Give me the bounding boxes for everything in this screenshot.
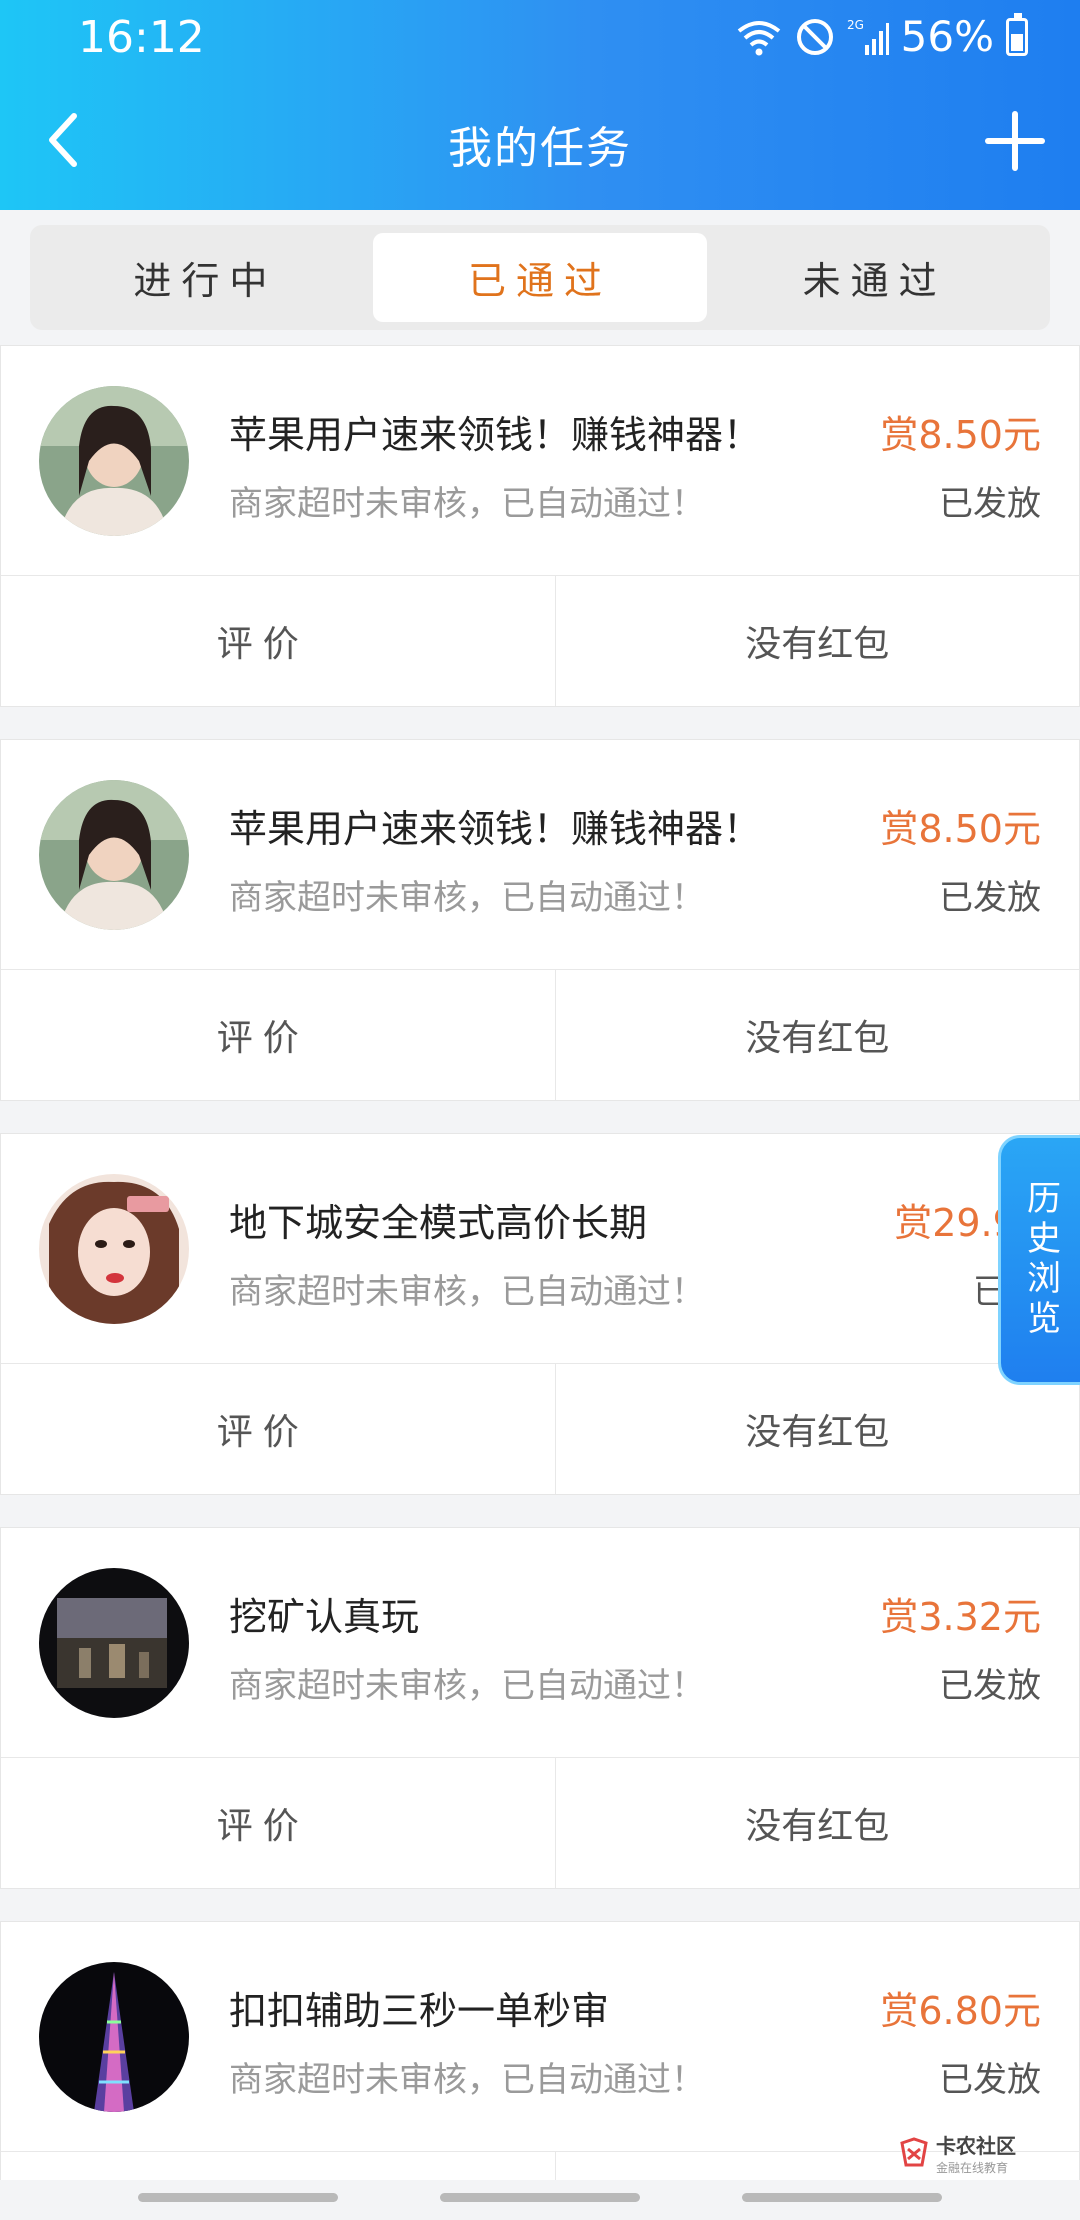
no-redpacket-button[interactable]: 没有红包 (556, 1364, 1080, 1494)
system-nav-bar (0, 2180, 1080, 2220)
plus-icon (985, 111, 1045, 171)
task-card-body[interactable]: 地下城安全模式高价长期 商家超时未审核，已自动通过！ 赏29.92 已发 (1, 1134, 1079, 1364)
rate-button[interactable]: 评价 (1, 1364, 556, 1494)
task-title: 扣扣辅助三秒一单秒审 (229, 1989, 610, 2033)
task-card: 地下城安全模式高价长期 商家超时未审核，已自动通过！ 赏29.92 已发 评价 … (0, 1133, 1080, 1495)
no-redpacket-button[interactable]: 没有红包 (556, 970, 1080, 1100)
tab-in-progress[interactable]: 进行中 (38, 233, 373, 322)
task-card-body[interactable]: 苹果用户速来领钱！赚钱神器！ 商家超时未审核，已自动通过！ 赏8.50元 已发放 (1, 346, 1079, 576)
reward-amount: 赏6.80元 (880, 1989, 1041, 2033)
payment-status: 已发放 (939, 1666, 1041, 1706)
history-label: 历史浏览 (1020, 1180, 1061, 1340)
task-card-actions: 评价 没有红包 (1, 576, 1079, 706)
reward-amount: 赏3.32元 (880, 1595, 1041, 1639)
task-card: 苹果用户速来领钱！赚钱神器！ 商家超时未审核，已自动通过！ 赏8.50元 已发放… (0, 345, 1080, 707)
task-list: 苹果用户速来领钱！赚钱神器！ 商家超时未审核，已自动通过！ 赏8.50元 已发放… (0, 345, 1080, 2220)
status-tabs: 进行中 已通过 未通过 (30, 225, 1050, 330)
avatar (39, 1174, 189, 1324)
task-card-actions: 评价 没有红包 (1, 1364, 1079, 1494)
battery-icon (1006, 12, 1028, 56)
task-subtitle: 商家超时未审核，已自动通过！ (229, 484, 705, 524)
svg-text:2G: 2G (847, 18, 864, 32)
watermark: 卡农社区 金融在线教育 (898, 2130, 1016, 2176)
task-card: 苹果用户速来领钱！赚钱神器！ 商家超时未审核，已自动通过！ 赏8.50元 已发放… (0, 739, 1080, 1101)
task-title: 苹果用户速来领钱！赚钱神器！ (229, 807, 762, 851)
no-redpacket-button[interactable]: 没有红包 (556, 576, 1080, 706)
tab-passed[interactable]: 已通过 (372, 233, 708, 322)
watermark-subtitle: 金融在线教育 (936, 2161, 1009, 2175)
watermark-title: 卡农社区 (936, 2134, 1016, 2158)
payment-status: 已发放 (939, 878, 1041, 918)
wifi-icon (737, 20, 780, 55)
logo-icon (900, 2137, 928, 2167)
task-card: 挖矿认真玩 商家超时未审核，已自动通过！ 赏3.32元 已发放 评价 没有红包 (0, 1527, 1080, 1889)
avatar (39, 1568, 189, 1718)
rate-button[interactable]: 评价 (1, 970, 556, 1100)
rate-button[interactable]: 评价 (1, 1758, 556, 1888)
avatar (39, 386, 189, 536)
tab-rejected[interactable]: 未通过 (707, 233, 1042, 322)
avatar (39, 1962, 189, 2112)
payment-status: 已发放 (939, 2060, 1041, 2100)
signal-icon: 2G (847, 18, 889, 55)
nav-pill-home[interactable] (440, 2193, 640, 2202)
nav-pill-recent[interactable] (138, 2193, 338, 2202)
task-subtitle: 商家超时未审核，已自动通过！ (229, 878, 705, 918)
do-not-disturb-icon (796, 18, 833, 55)
task-title: 苹果用户速来领钱！赚钱神器！ (229, 413, 762, 457)
task-card-body[interactable]: 扣扣辅助三秒一单秒审 商家超时未审核，已自动通过！ 赏6.80元 已发放 (1, 1922, 1079, 2152)
task-subtitle: 商家超时未审核，已自动通过！ (229, 1666, 705, 1706)
no-redpacket-button[interactable]: 没有红包 (556, 1758, 1080, 1888)
add-button[interactable] (980, 106, 1050, 176)
battery-percent: 56% (900, 12, 994, 61)
reward-amount: 赏8.50元 (880, 413, 1041, 457)
task-subtitle: 商家超时未审核，已自动通过！ (229, 1272, 705, 1312)
reward-amount: 赏8.50元 (880, 807, 1041, 851)
history-browse-button[interactable]: 历史浏览 (998, 1135, 1080, 1385)
avatar (39, 780, 189, 930)
top-header: 16:12 2G 56% 我的任务 (0, 0, 1080, 210)
task-title: 挖矿认真玩 (229, 1595, 420, 1639)
nav-pill-back[interactable] (742, 2193, 942, 2202)
status-icons: 2G 56% (735, 12, 1028, 61)
task-card-actions: 评价 没有红包 (1, 970, 1079, 1100)
task-subtitle: 商家超时未审核，已自动通过！ (229, 2060, 705, 2100)
rate-button[interactable]: 评价 (1, 576, 556, 706)
task-title: 地下城安全模式高价长期 (229, 1201, 648, 1245)
page-title: 我的任务 (448, 123, 632, 174)
task-card-body[interactable]: 苹果用户速来领钱！赚钱神器！ 商家超时未审核，已自动通过！ 赏8.50元 已发放 (1, 740, 1079, 970)
task-card-body[interactable]: 挖矿认真玩 商家超时未审核，已自动通过！ 赏3.32元 已发放 (1, 1528, 1079, 1758)
payment-status: 已发放 (939, 484, 1041, 524)
status-time: 16:12 (78, 12, 205, 63)
task-card-actions: 评价 没有红包 (1, 1758, 1079, 1888)
